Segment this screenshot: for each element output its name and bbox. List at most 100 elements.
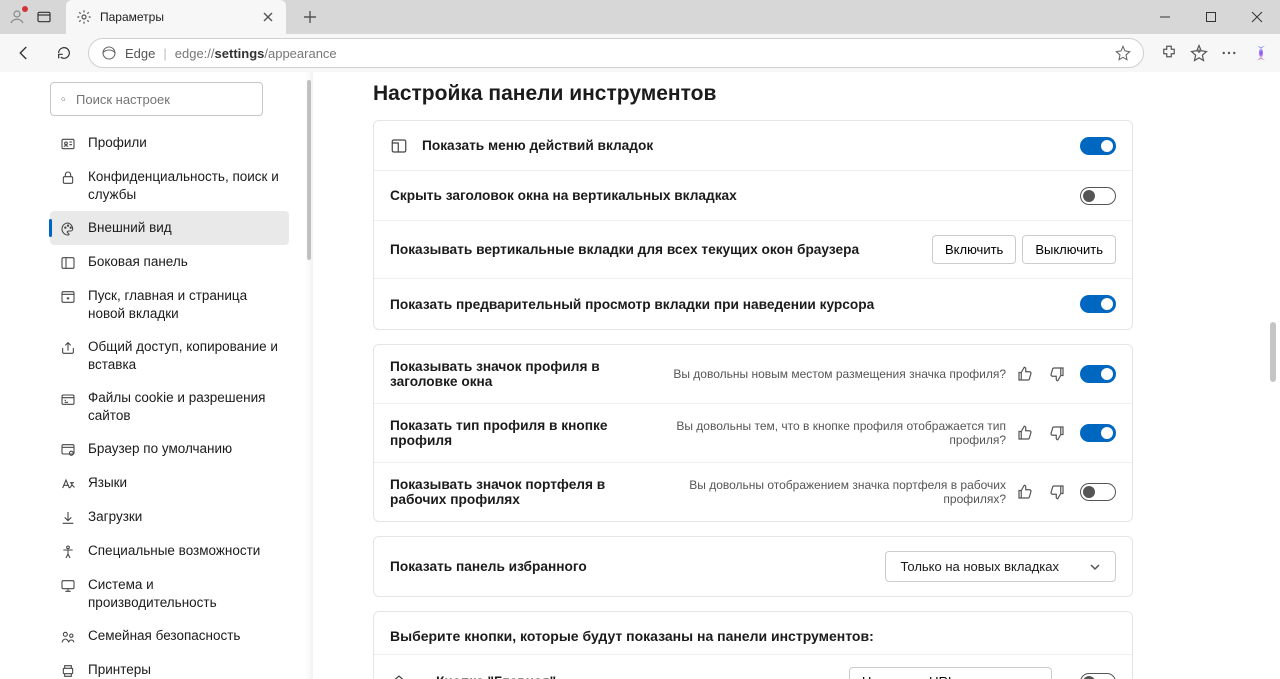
search-icon [61, 92, 66, 107]
tab-overview-icon[interactable] [36, 9, 52, 25]
new-tab-button[interactable] [296, 0, 324, 34]
sidebar-list: Профили Конфиденциальность, поиск и служ… [14, 126, 299, 466]
row-favorites-bar: Показать панель избранного Только на нов… [374, 537, 1132, 596]
cookie-icon [60, 391, 76, 407]
sidebar-item-cookies[interactable]: Файлы cookie и разрешения сайтов [50, 381, 289, 432]
toggle-profile-icon[interactable] [1080, 365, 1116, 383]
language-icon [60, 476, 76, 492]
row-question: Вы довольны новым местом размещения знач… [673, 367, 1006, 381]
row-label: Показывать значок портфеля в рабочих про… [390, 477, 640, 507]
toolbar-right [1152, 42, 1272, 64]
close-tab-button[interactable] [260, 9, 276, 25]
copilot-icon[interactable] [1250, 42, 1272, 64]
select-value: Только на новых вкладках [900, 559, 1059, 574]
sidebar-item-label: Общий доступ, копирование и вставка [88, 338, 279, 373]
address-text: Edge | edge://settings/appearance [125, 46, 337, 61]
sidebar-item-family[interactable]: Семейная безопасность [50, 619, 289, 653]
sidebar-item-languages[interactable]: Языки [50, 466, 289, 500]
search-box[interactable] [50, 82, 263, 116]
profile-card-icon [60, 136, 76, 152]
thumbs-down-icon[interactable] [1048, 424, 1066, 442]
favorite-star-icon[interactable] [1115, 45, 1131, 61]
thumbs-up-icon[interactable] [1016, 365, 1034, 383]
active-tab[interactable]: Параметры [66, 0, 286, 34]
disable-button[interactable]: Выключить [1022, 235, 1116, 264]
scrollbar-thumb-icon[interactable] [307, 80, 311, 260]
settings-group-4: Выберите кнопки, которые будут показаны … [373, 611, 1133, 679]
settings-main: Настройка панели инструментов Показать м… [313, 72, 1280, 679]
extensions-icon[interactable] [1160, 44, 1178, 62]
address-bar: Edge | edge://settings/appearance [0, 34, 1280, 72]
toggle-tab-preview[interactable] [1080, 295, 1116, 313]
toggle-hide-title-vertical[interactable] [1080, 187, 1116, 205]
search-input[interactable] [76, 92, 252, 107]
printer-icon [60, 663, 76, 679]
row-show-vertical-all: Показывать вертикальные вкладки для всех… [374, 221, 1132, 279]
sidebar-item-privacy[interactable]: Конфиденциальность, поиск и службы [50, 160, 289, 211]
sidebar-item-label: Загрузки [88, 508, 142, 526]
maximize-button[interactable] [1188, 0, 1234, 34]
address-field[interactable]: Edge | edge://settings/appearance [88, 38, 1144, 68]
row-label: Показать предварительный просмотр вкладк… [390, 297, 1066, 312]
thumbs-up-icon[interactable] [1016, 483, 1034, 501]
toggle-briefcase[interactable] [1080, 483, 1116, 501]
close-window-button[interactable] [1234, 0, 1280, 34]
palette-icon [60, 221, 76, 237]
row-label: Показать меню действий вкладок [422, 138, 1066, 153]
configure-url-button[interactable]: Настроить URL-адрес кнопки [849, 667, 1052, 679]
sidebar-item-share[interactable]: Общий доступ, копирование и вставка [50, 330, 289, 381]
reload-button[interactable] [48, 37, 80, 69]
settings-group-3: Показать панель избранного Только на нов… [373, 536, 1133, 597]
collections-icon[interactable] [1190, 44, 1208, 62]
sidebar-item-label: Система и производительность [88, 576, 279, 611]
sidebar-item-appearance[interactable]: Внешний вид [50, 211, 289, 245]
back-button[interactable] [8, 37, 40, 69]
chevron-down-icon [1089, 561, 1101, 573]
settings-group-2: Показывать значок профиля в заголовке ок… [373, 344, 1133, 522]
thumbs-down-icon[interactable] [1048, 483, 1066, 501]
row-hide-title-vertical: Скрыть заголовок окна на вертикальных вк… [374, 171, 1132, 221]
toggle-home-button[interactable] [1080, 673, 1116, 679]
scrollbar-main-icon[interactable] [1270, 322, 1276, 382]
sidebar: Профили Конфиденциальность, поиск и служ… [0, 72, 313, 679]
row-home-button: Кнопка "Главная" Настроить URL-адрес кно… [374, 654, 1132, 679]
row-question: Вы довольны отображением значка портфеля… [640, 478, 1006, 506]
sidebar-item-label: Пуск, главная и страница новой вкладки [88, 287, 279, 322]
browser-icon [60, 442, 76, 458]
toggle-profile-type[interactable] [1080, 424, 1116, 442]
sidebar-item-profiles[interactable]: Профили [50, 126, 289, 160]
enable-button[interactable]: Включить [932, 235, 1016, 264]
sidebar-item-label: Принтеры [88, 661, 151, 679]
sidebar-item-printers[interactable]: Принтеры [50, 653, 289, 679]
row-label: Скрыть заголовок окна на вертикальных вк… [390, 188, 1066, 203]
favorites-bar-select[interactable]: Только на новых вкладках [885, 551, 1116, 582]
family-icon [60, 629, 76, 645]
toggle-show-tab-actions[interactable] [1080, 137, 1116, 155]
thumbs-up-icon[interactable] [1016, 424, 1034, 442]
choose-buttons-header: Выберите кнопки, которые будут показаны … [374, 612, 1132, 654]
tab-title: Параметры [100, 10, 252, 24]
sidebar-item-default-browser[interactable]: Браузер по умолчанию [50, 432, 289, 466]
row-profile-type: Показать тип профиля в кнопке профиля Вы… [374, 404, 1132, 463]
sidebar-item-start[interactable]: Пуск, главная и страница новой вкладки [50, 279, 289, 330]
row-label: Показывать вертикальные вкладки для всех… [390, 242, 926, 257]
minimize-button[interactable] [1142, 0, 1188, 34]
sidebar-item-sidebar[interactable]: Боковая панель [50, 245, 289, 279]
row-show-tab-actions: Показать меню действий вкладок [374, 121, 1132, 171]
sidebar-item-label: Семейная безопасность [88, 627, 240, 645]
menu-dots-icon[interactable] [1220, 44, 1238, 62]
sidebar-item-label: Боковая панель [88, 253, 188, 271]
window-plus-icon [60, 289, 76, 305]
thumbs-down-icon[interactable] [1048, 365, 1066, 383]
lock-icon [60, 170, 76, 186]
sidebar-item-system[interactable]: Система и производительность [50, 568, 289, 619]
row-profile-icon-header: Показывать значок профиля в заголовке ок… [374, 345, 1132, 404]
row-question: Вы довольны тем, что в кнопке профиля от… [620, 419, 1006, 447]
profile-icon[interactable] [8, 8, 26, 26]
sidebar-item-accessibility[interactable]: Специальные возможности [50, 534, 289, 568]
sidebar-item-label: Браузер по умолчанию [88, 440, 232, 458]
sidebar-item-label: Внешний вид [88, 219, 172, 237]
sidebar-item-downloads[interactable]: Загрузки [50, 500, 289, 534]
content: Профили Конфиденциальность, поиск и служ… [0, 72, 1280, 679]
row-label: Показать панель избранного [390, 559, 885, 574]
